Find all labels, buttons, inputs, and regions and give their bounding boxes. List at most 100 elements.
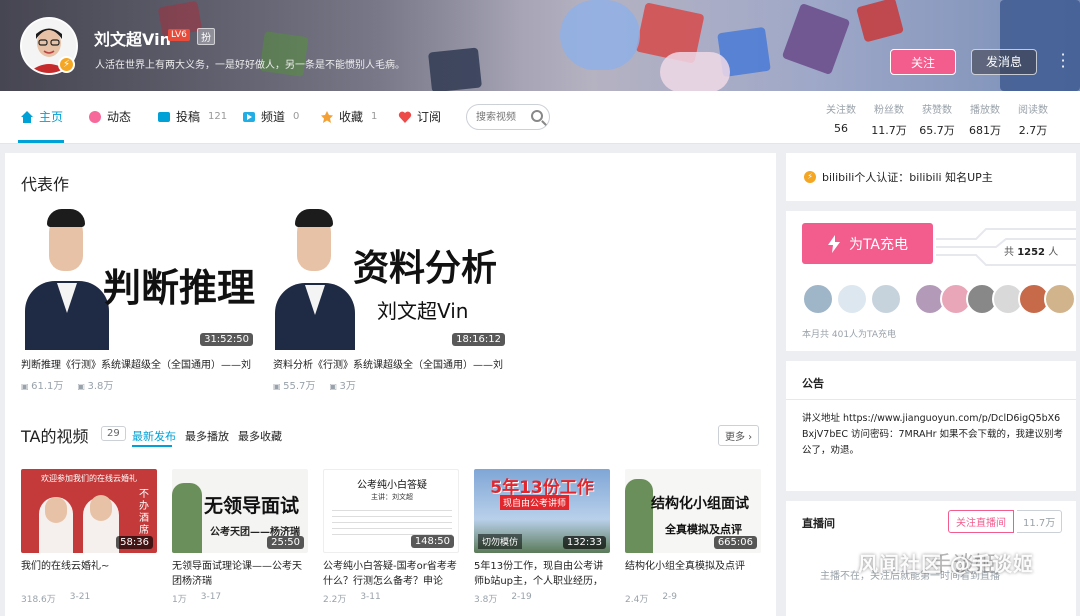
thumbnail-text: 欢迎参加我们的在线云婚礼 [41,474,137,483]
tab-home[interactable]: 主页 [20,108,63,125]
message-button[interactable]: 发消息 [971,49,1037,75]
tab-label: 动态 [107,110,132,124]
channel-icon [243,111,255,122]
video-thumbnail[interactable]: 无领导面试 公考天团——杨济瑞 25:50 [172,469,308,553]
upload-icon [158,111,170,122]
notice-title: 公告 [802,377,824,390]
video-thumbnail[interactable]: 判断推理 31:52:50 [21,203,257,350]
video-title[interactable]: 无领导面试理论课——公考天团杨济瑞 [172,559,308,589]
search-input[interactable] [476,106,534,128]
video-card[interactable]: 欢迎参加我们的在线云婚礼 不办酒席 58:36 我们的在线云婚礼~ 318.6万… [21,469,157,605]
follow-button[interactable]: 关注 [890,49,956,75]
stat-value: 56 [834,122,848,135]
charge-total-value: 1252 [1017,247,1046,258]
video-thumbnail[interactable]: 5年13份工作 现自由公考讲师 切勿模仿 132:33 [474,469,610,553]
tab-most-played[interactable]: 最多播放 [185,428,229,444]
stat-plays: 播放数 681万 [961,101,1009,138]
thumbnail-title: 判断推理 [103,266,256,310]
upload-date: 2-19 [511,592,532,602]
representative-video-card[interactable]: 资料分析 刘文超Vin 18:16:12 资料分析《行测》系统课超级全（全国通用… [273,203,509,392]
video-duration: 18:16:12 [452,333,505,346]
tab-label: 投稿 [176,110,201,124]
stat-value: 11.7万 [871,124,907,137]
thumbnail-side-text: 全真模拟及点评 [665,523,742,536]
verified-icon: ⚡ [58,56,75,73]
thumbnail-side-text: 不办酒席 [139,489,149,536]
danmaku-count: 3.8万 [77,377,113,392]
tab-label: 收藏 [339,110,364,124]
video-search[interactable] [466,104,550,130]
tab-count: 1 [371,111,378,122]
charger-avatar[interactable] [870,283,902,315]
search-icon[interactable] [531,110,543,122]
tab-favorites[interactable]: 收藏 1 [320,108,377,125]
thumbnail-side-text: 主讲：刘文超 [371,493,413,501]
thumbnail-text: 无领导面试 [204,495,300,517]
star-icon [321,110,333,123]
level-badge: LV6 [168,29,190,41]
thumbnail-badge: 切勿模仿 [478,534,523,549]
notice-box: 公告 讲义地址 https://www.jianguoyun.com/p/Dcl… [786,361,1076,491]
video-card[interactable]: 结构化小组面试 全真模拟及点评 665:06 结构化小组全真模拟及点评 2.4万… [625,469,761,605]
charger-avatar[interactable] [836,283,868,315]
live-follower-count: 11.7万 [1017,510,1063,533]
stat-value: 2.7万 [1018,124,1048,137]
video-title[interactable]: 判断推理《行测》系统课超级全（全国通用）——刘 [21,356,257,371]
thumbnail-side-text: 现自由公考讲师 [500,495,570,510]
fan-badge: 扮 [197,28,215,45]
tab-latest[interactable]: 最新发布 [132,428,176,444]
video-thumbnail[interactable]: 欢迎参加我们的在线云婚礼 不办酒席 58:36 [21,469,157,553]
charge-label: 为TA充电 [848,236,909,253]
stat-fans[interactable]: 粉丝数 11.7万 [865,101,913,138]
user-sign: 人活在世界上有两大义务，一是好好做人，另一条是不能惯别人毛病。 [95,60,405,71]
video-card[interactable]: 无领导面试 公考天团——杨济瑞 25:50 无领导面试理论课——公考天团杨济瑞 … [172,469,308,605]
more-options-icon[interactable]: · · · [1058,47,1068,75]
tab-most-favorited[interactable]: 最多收藏 [238,428,282,444]
charger-avatar[interactable] [1044,283,1076,315]
video-title[interactable]: 5年13份工作，现自由公考讲师b站up主，个人职业经历， [474,559,610,589]
video-title[interactable]: 我们的在线云婚礼~ [21,559,157,589]
video-duration: 665:06 [713,536,757,549]
upload-date: 3-11 [360,592,381,602]
video-duration: 132:33 [562,536,606,549]
live-room-title: 直播间 [802,517,835,530]
upload-date: 2-9 [662,592,678,602]
video-thumbnail[interactable]: 资料分析 刘文超Vin 18:16:12 [273,203,509,350]
dynamic-icon [89,110,101,123]
tab-count: 0 [293,111,300,122]
video-card[interactable]: 5年13份工作 现自由公考讲师 切勿模仿 132:33 5年13份工作，现自由公… [474,469,610,605]
video-thumbnail[interactable]: 公考纯小白答疑 主讲：刘文超 148:50 [323,469,459,553]
section-title-videos: TA的视频 [21,427,89,446]
tab-dynamic[interactable]: 动态 [88,108,131,125]
video-thumbnail[interactable]: 结构化小组面试 全真模拟及点评 665:06 [625,469,761,553]
stat-value: 65.7万 [919,124,955,137]
tab-label: 订阅 [417,110,442,124]
main-content: 代表作 判断推理 31:52:50 判断推理《行测》系统课超级全（全国通用）——… [5,153,776,616]
play-count: 2.2万 [323,595,347,605]
video-title[interactable]: 结构化小组全真模拟及点评 [625,559,761,589]
stat-label: 播放数 [970,105,1000,116]
thumbnail-subtitle: 刘文超Vin [377,299,469,323]
tab-label: 频道 [261,110,286,124]
video-title[interactable]: 资料分析《行测》系统课超级全（全国通用）——刘 [273,356,509,371]
tab-channels[interactable]: 频道 0 [242,108,299,125]
tab-count: 121 [208,111,228,122]
user-name: 刘文超Vin [94,30,171,49]
stat-label: 粉丝数 [874,105,904,116]
charge-note: 本月共 401人为TA充电 [802,330,896,340]
profile-nav: 主页 动态 投稿 121 频道 0 收藏 1 订阅 关注数 56 粉丝数 11.7万… [0,91,1080,144]
representative-video-card[interactable]: 判断推理 31:52:50 判断推理《行测》系统课超级全（全国通用）——刘 61… [21,203,257,392]
banner-decoration [560,0,640,70]
charge-button[interactable]: 为TA充电 [802,223,933,264]
verified-icon: ⚡ [804,171,816,183]
tab-uploads[interactable]: 投稿 121 [157,108,227,125]
video-card[interactable]: 公考纯小白答疑 主讲：刘文超 148:50 公考纯小白答疑-国考or省考考什么？… [323,469,459,605]
video-list-header: TA的视频 29 最新发布 最多播放 最多收藏 更多 › [5,423,776,453]
stat-following[interactable]: 关注数 56 [817,101,865,138]
video-title[interactable]: 公考纯小白答疑-国考or省考考什么？行测怎么备考？申论 [323,559,459,589]
more-videos-button[interactable]: 更多 › [718,425,760,446]
banner-decoration [1000,0,1080,91]
charger-avatar[interactable] [802,283,834,315]
follow-live-button[interactable]: 关注直播间 [948,510,1014,533]
tab-subscriptions[interactable]: 订阅 [398,108,441,125]
